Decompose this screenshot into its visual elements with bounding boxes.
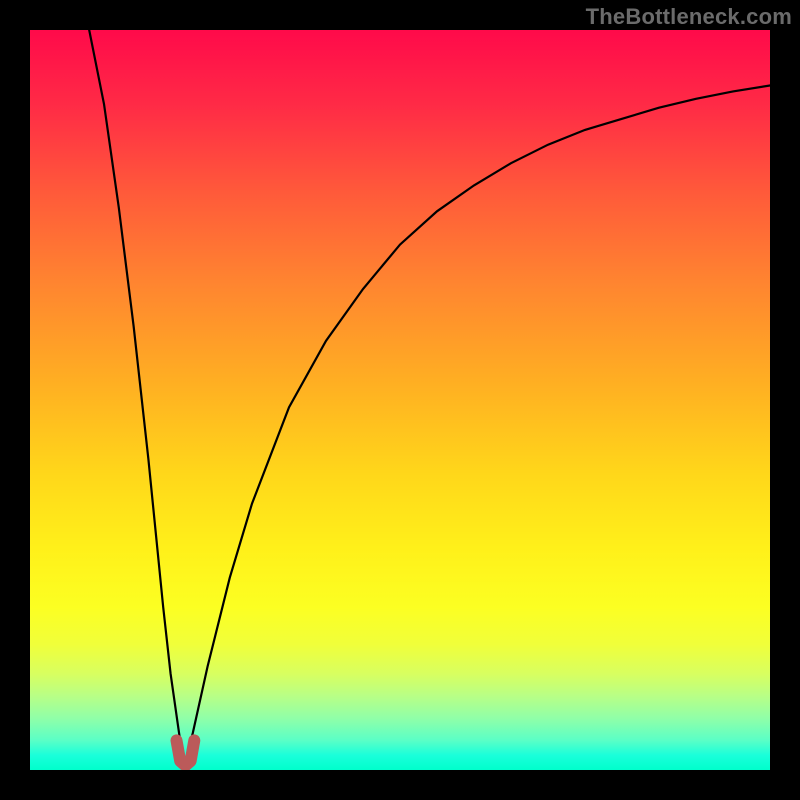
left-branch-curve — [89, 30, 185, 763]
minimum-marker — [177, 740, 195, 765]
watermark-text: TheBottleneck.com — [586, 4, 792, 30]
right-branch-curve — [185, 86, 770, 763]
chart-frame: TheBottleneck.com — [0, 0, 800, 800]
curve-layer — [30, 30, 770, 770]
plot-area — [30, 30, 770, 770]
